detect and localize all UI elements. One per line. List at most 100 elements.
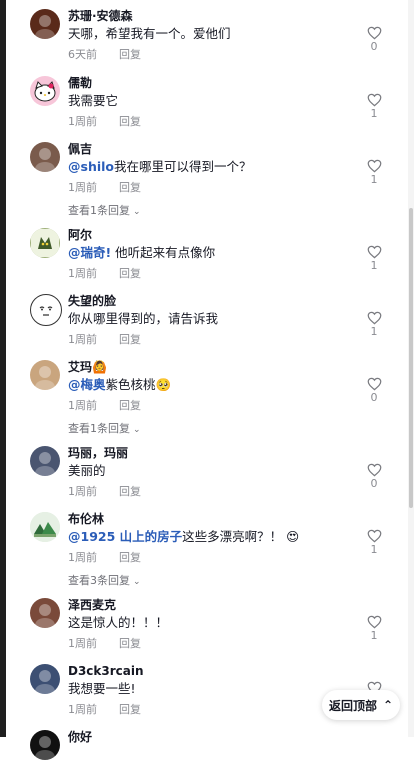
like-button[interactable]: 1 (362, 159, 386, 187)
like-button[interactable]: 1 (362, 529, 386, 557)
comment-text: @梅奥紫色核桃🥺 (68, 376, 386, 393)
comment-timestamp: 1周前 (68, 181, 97, 194)
like-count: 1 (370, 259, 378, 272)
back-to-top-label: 返回顶部 (328, 698, 377, 713)
comment-body: 玛丽，玛丽 美丽的 1周前 回复 (68, 443, 386, 500)
comment-body: 布伦林 @1925 山上的房子这些多漂亮啊？！ 😍 1周前 回复 查看3条回复 ⌄ (68, 509, 386, 589)
scrollbar-thumb[interactable] (409, 208, 413, 508)
view-replies-button[interactable]: 查看3条回复 ⌄ (68, 574, 386, 589)
reply-button[interactable]: 回复 (119, 333, 141, 346)
like-button[interactable]: 1 (362, 245, 386, 273)
comment-author[interactable]: 苏珊·安德森 (68, 6, 386, 24)
comment-meta: 1周前 回复 (68, 332, 386, 348)
like-count: 0 (370, 391, 378, 404)
view-replies-label: 查看1条回复 (68, 422, 130, 435)
reply-button[interactable]: 回复 (119, 115, 141, 128)
comment-author[interactable]: 玛丽，玛丽 (68, 443, 386, 461)
heart-icon (367, 26, 381, 40)
heart-icon (367, 311, 381, 325)
comment-author[interactable]: 你好 (68, 727, 386, 745)
comment-body: 艾玛🙆 @梅奥紫色核桃🥺 1周前 回复 查看1条回复 ⌄ (68, 357, 386, 437)
hello-kitty-avatar[interactable] (30, 76, 60, 106)
comment-text-segment: 我在哪里可以得到一个？ (114, 159, 252, 174)
like-button[interactable]: 0 (362, 463, 386, 491)
comment-body: 佩吉 @shilo我在哪里可以得到一个？ 1周前 回复查看1条回复 ⌄ (68, 139, 386, 219)
comment-body: 泽西麦克这是惊人的！！！ 1周前 回复 (68, 595, 386, 652)
comment-meta: 1周前 回复 (68, 114, 386, 130)
creature-avatar[interactable] (30, 228, 60, 258)
reply-button[interactable]: 回复 (119, 703, 141, 716)
portrait-avatar[interactable] (30, 9, 60, 39)
mention-link[interactable]: @1925 山上的房子 (68, 529, 182, 544)
chevron-down-icon: ⌄ (133, 207, 141, 217)
like-button[interactable]: 1 (362, 615, 386, 643)
reply-button[interactable]: 回复 (119, 181, 141, 194)
scrollbar[interactable] (408, 0, 414, 737)
mention-link[interactable]: @瑞奇! (68, 245, 111, 260)
comment-item: 艾玛🙆 @梅奥紫色核桃🥺 1周前 回复 查看1条回复 ⌄ 0 (30, 357, 386, 437)
comment-text: 我需要它 (68, 92, 386, 109)
like-button[interactable]: 0 (362, 377, 386, 405)
comment-text: 天哪，希望我有一个。爱他们 (68, 25, 386, 42)
view-replies-label: 查看3条回复 (68, 574, 130, 587)
comment-author[interactable]: D3ck3rcain (68, 661, 386, 679)
mention-link[interactable]: @shilo (68, 159, 114, 174)
reply-button[interactable]: 回复 (119, 48, 141, 61)
view-replies-button[interactable]: 查看1条回复 ⌄ (68, 204, 386, 219)
reply-button[interactable]: 回复 (119, 267, 141, 280)
like-button[interactable]: 1 (362, 93, 386, 121)
like-count: 1 (370, 543, 378, 556)
disappointed-face-avatar[interactable] (30, 294, 62, 326)
comment-meta: 1周前 回复 (68, 636, 386, 652)
comment-text: 你从哪里得到的，请告诉我 (68, 310, 386, 327)
comment-item: 苏珊·安德森 天哪，希望我有一个。爱他们 6天前 回复 0 (30, 6, 386, 63)
comment-text-segment: 这是惊人的！！！ (68, 615, 169, 630)
comment-timestamp: 1周前 (68, 703, 97, 716)
landscape-avatar[interactable] (30, 512, 60, 542)
comment-author[interactable]: 儒勒 (68, 73, 386, 91)
heart-icon (367, 245, 381, 259)
chevron-down-icon: ⌄ (133, 577, 141, 587)
comment-meta: 1周前 回复 (68, 550, 386, 566)
comment-text-segment: 美丽的 (68, 463, 106, 478)
reply-button[interactable]: 回复 (119, 485, 141, 498)
reply-button[interactable]: 回复 (119, 637, 141, 650)
comment-body: 失望的脸 你从哪里得到的，请告诉我 1周前 回复 (68, 291, 386, 348)
like-count: 1 (370, 107, 378, 120)
comment-timestamp: 1周前 (68, 637, 97, 650)
view-replies-button[interactable]: 查看1条回复 ⌄ (68, 422, 386, 437)
comment-text-segment: 我需要它 (68, 93, 119, 108)
back-to-top-button[interactable]: 返回顶部 ⌃ (322, 690, 400, 720)
comment-author[interactable]: 阿尔 (68, 225, 386, 243)
portrait-avatar[interactable] (30, 142, 60, 172)
like-count: 0 (370, 477, 378, 490)
comment-text-segment: 我想要一些! (68, 681, 136, 696)
like-count: 1 (370, 629, 378, 642)
heart-icon (367, 615, 381, 629)
comment-meta: 1周前 回复 (68, 180, 386, 196)
comment-body: 阿尔 @瑞奇! 他听起来有点像你 1周前 回复 (68, 225, 386, 282)
comment-author[interactable]: 泽西麦克 (68, 595, 386, 613)
comment-text-segment: 天哪，希望我有一个。爱他们 (68, 26, 231, 41)
comment-author[interactable]: 佩吉 (68, 139, 386, 157)
portrait-avatar[interactable] (30, 446, 60, 476)
comment-text: 这是惊人的！！！ (68, 614, 386, 631)
comment-author[interactable]: 艾玛🙆 (68, 357, 386, 375)
comment-meta: 1周前 回复 (68, 266, 386, 282)
heart-icon (367, 529, 381, 543)
portrait-avatar[interactable] (30, 664, 60, 694)
comment-author[interactable]: 失望的脸 (68, 291, 386, 309)
comment-item: 玛丽，玛丽 美丽的 1周前 回复 0 (30, 443, 386, 500)
portrait-avatar[interactable] (30, 730, 60, 760)
reply-button[interactable]: 回复 (119, 399, 141, 412)
like-button[interactable]: 1 (362, 311, 386, 339)
like-button[interactable]: 0 (362, 26, 386, 54)
mention-link[interactable]: @梅奥 (68, 377, 106, 392)
portrait-avatar[interactable] (30, 360, 60, 390)
reply-button[interactable]: 回复 (119, 551, 141, 564)
portrait-avatar[interactable] (30, 598, 60, 628)
comment-author[interactable]: 布伦林 (68, 509, 386, 527)
comment-body: 你好 (68, 727, 386, 745)
comment-text: 美丽的 (68, 462, 386, 479)
comment-timestamp: 1周前 (68, 115, 97, 128)
